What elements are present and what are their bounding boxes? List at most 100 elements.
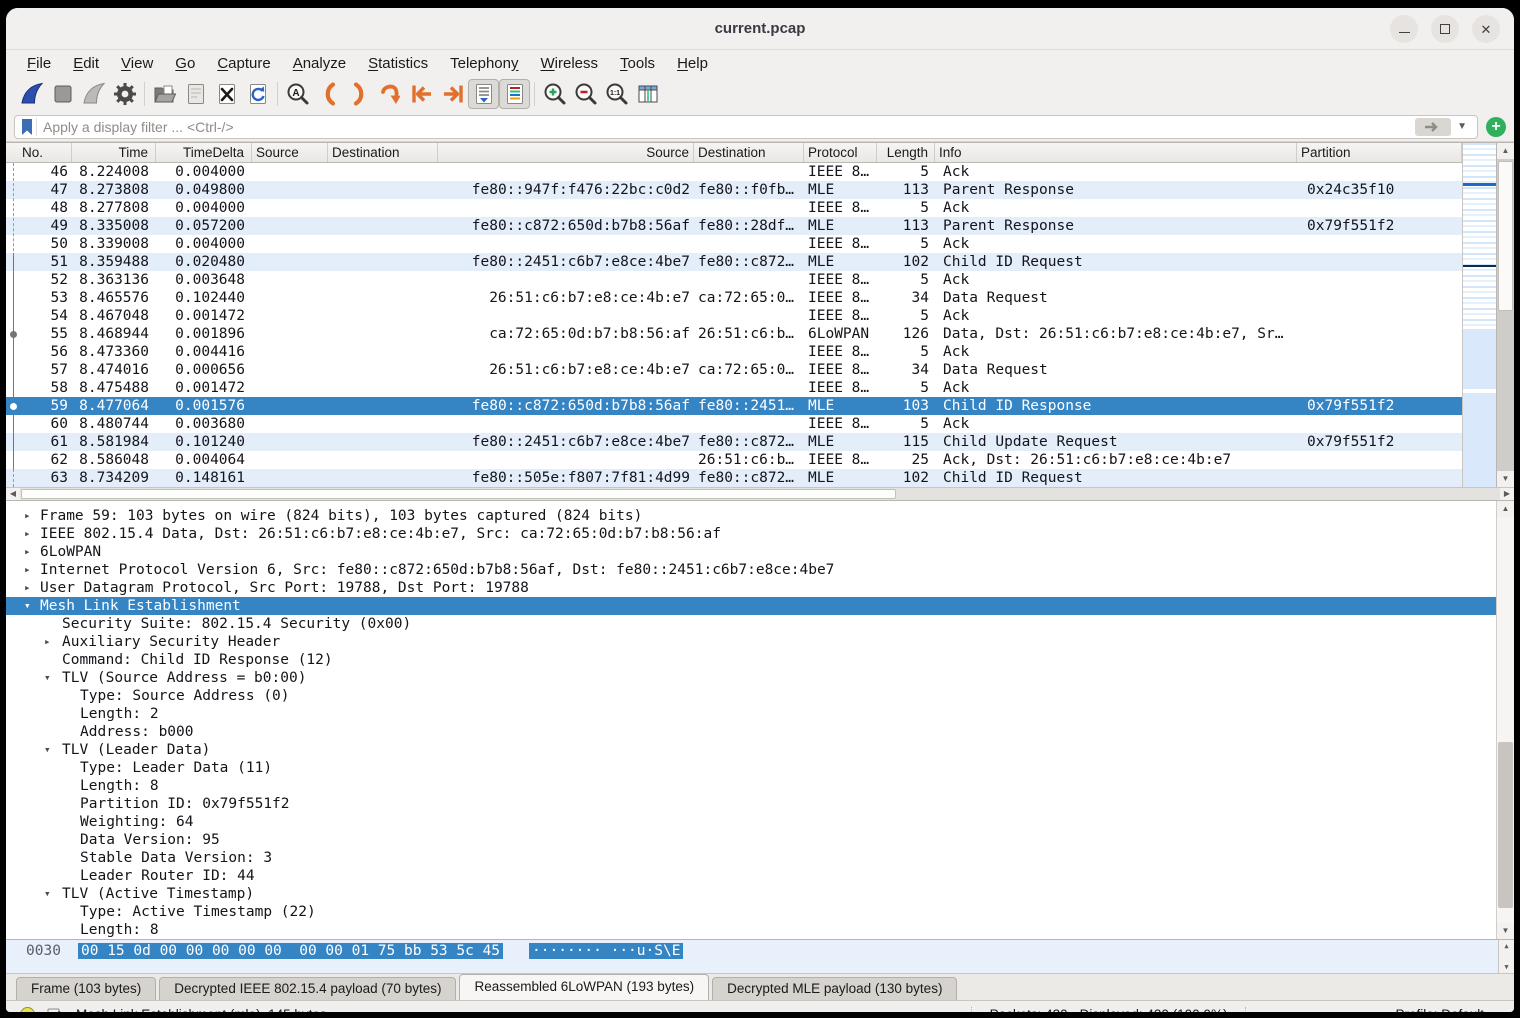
packet-row-57[interactable]: 578.4740160.00065626:51:c6:b7:e8:ce:4b:e… [6, 361, 1462, 379]
expanded-arrow-icon[interactable]: ▾ [24, 597, 31, 615]
packet-row-49[interactable]: 498.3350080.057200fe80::c872:650d:b7b8:5… [6, 217, 1462, 235]
packet-row-60[interactable]: 608.4807440.003680IEEE 8…5Ack [6, 415, 1462, 433]
zoom-out-button[interactable] [570, 79, 601, 109]
display-filter-field[interactable]: ▼ [14, 115, 1478, 139]
detail-line[interactable]: Partition ID: 0x79f551f2 [6, 795, 1496, 813]
packet-row-61[interactable]: 618.5819840.101240fe80::2451:c6b7:e8ce:4… [6, 433, 1462, 451]
menu-file[interactable]: File [16, 53, 62, 74]
detail-line[interactable]: Stable Data Version: 3 [6, 849, 1496, 867]
restart-capture-button[interactable] [78, 79, 109, 109]
packet-list-scrollbar-thumb[interactable] [1498, 161, 1513, 311]
find-packet-button[interactable]: A [282, 79, 313, 109]
detail-line[interactable]: Data Version: 95 [6, 831, 1496, 849]
go-forward-button[interactable] [344, 79, 375, 109]
detail-line[interactable]: ▸Internet Protocol Version 6, Src: fe80:… [6, 561, 1496, 579]
detail-line[interactable]: ▾TLV (Leader Data) [6, 741, 1496, 759]
detail-line[interactable]: Command: Child ID Response (12) [6, 651, 1496, 669]
detail-line[interactable]: ▸User Datagram Protocol, Src Port: 19788… [6, 579, 1496, 597]
menu-capture[interactable]: Capture [206, 53, 281, 74]
detail-line[interactable]: ▸Frame 59: 103 bytes on wire (824 bits),… [6, 507, 1496, 525]
packet-row-50[interactable]: 508.3390080.004000IEEE 8…5Ack [6, 235, 1462, 253]
column-header-info[interactable]: Info [935, 143, 1297, 162]
packet-list-hscrollbar[interactable]: ◀ ▶ [6, 487, 1514, 501]
scroll-up-icon[interactable]: ▲ [1504, 942, 1508, 950]
status-profile[interactable]: Profile: Default [1395, 1007, 1484, 1012]
expert-info-icon[interactable] [20, 1007, 35, 1012]
column-header-time[interactable]: Time [72, 143, 156, 162]
scroll-down-icon[interactable]: ▼ [1504, 963, 1508, 971]
menu-edit[interactable]: Edit [62, 53, 110, 74]
column-header-timedelta[interactable]: TimeDelta [156, 143, 252, 162]
scroll-down-icon[interactable]: ▼ [1497, 923, 1514, 939]
expanded-arrow-icon[interactable]: ▾ [44, 669, 51, 687]
detail-line[interactable]: Length: 2 [6, 705, 1496, 723]
menu-go[interactable]: Go [164, 53, 206, 74]
scroll-up-icon[interactable]: ▲ [1497, 501, 1514, 517]
byte-view-tab[interactable]: Reassembled 6LoWPAN (193 bytes) [459, 974, 709, 1000]
reload-file-button[interactable] [242, 79, 273, 109]
menu-help[interactable]: Help [666, 53, 719, 74]
packet-row-63[interactable]: 638.7342090.148161fe80::505e:f807:7f81:4… [6, 469, 1462, 487]
capture-comment-icon[interactable] [47, 1007, 62, 1013]
detail-line[interactable]: Length: 8 [6, 921, 1496, 939]
menu-view[interactable]: View [110, 53, 164, 74]
collapsed-arrow-icon[interactable]: ▸ [24, 579, 31, 597]
column-header-protocol[interactable]: Protocol [804, 143, 877, 162]
packet-row-52[interactable]: 528.3631360.003648IEEE 8…5Ack [6, 271, 1462, 289]
detail-line[interactable]: Address: b000 [6, 723, 1496, 741]
scroll-up-icon[interactable]: ▲ [1497, 143, 1514, 159]
details-scrollbar[interactable]: ▲ ▼ [1496, 501, 1514, 939]
packet-row-53[interactable]: 538.4655760.10244026:51:c6:b7:e8:ce:4b:e… [6, 289, 1462, 307]
close-file-button[interactable] [211, 79, 242, 109]
hex-ascii-selected[interactable]: ········ ···u·S\E [529, 943, 683, 959]
byte-view-tab[interactable]: Decrypted IEEE 802.15.4 payload (70 byte… [159, 977, 456, 1000]
column-header-destination[interactable]: Destination [328, 143, 438, 162]
detail-line[interactable]: Type: Source Address (0) [6, 687, 1496, 705]
open-file-button[interactable] [149, 79, 180, 109]
go-last-button[interactable] [437, 79, 468, 109]
packet-row-47[interactable]: 478.2738080.049800fe80::947f:f476:22bc:c… [6, 181, 1462, 199]
detail-line[interactable]: Security Suite: 802.15.4 Security (0x00) [6, 615, 1496, 633]
packet-row-48[interactable]: 488.2778080.004000IEEE 8…5Ack [6, 199, 1462, 217]
detail-line[interactable]: Type: Leader Data (11) [6, 759, 1496, 777]
packet-row-56[interactable]: 568.4733600.004416IEEE 8…5Ack [6, 343, 1462, 361]
bytes-pane-scrollbar[interactable]: ▲▼ [1498, 940, 1514, 973]
maximize-button[interactable] [1431, 15, 1459, 43]
detail-line[interactable]: ▸6LoWPAN [6, 543, 1496, 561]
detail-line[interactable]: Type: Active Timestamp (22) [6, 903, 1496, 921]
apply-filter-button[interactable] [1415, 118, 1451, 136]
save-file-button[interactable] [180, 79, 211, 109]
hex-bytes-selected[interactable]: 00 15 0d 00 00 00 00 00 00 00 01 75 bb 5… [78, 943, 503, 959]
column-header-source[interactable]: Source [438, 143, 694, 162]
column-header-source[interactable]: Source [252, 143, 328, 162]
packet-row-46[interactable]: 468.2240080.004000IEEE 8…5Ack [6, 163, 1462, 181]
display-filter-input[interactable] [37, 119, 1415, 135]
filter-bookmark-icon[interactable] [19, 118, 37, 136]
intelligent-scrollbar-minimap[interactable] [1462, 143, 1496, 487]
zoom-original-button[interactable]: 1:1 [601, 79, 632, 109]
packet-row-59[interactable]: 598.4770640.001576fe80::c872:650d:b7b8:5… [6, 397, 1462, 415]
detail-line[interactable]: Length: 8 [6, 777, 1496, 795]
zoom-in-button[interactable] [539, 79, 570, 109]
column-header-no[interactable]: No. [22, 143, 72, 162]
menu-statistics[interactable]: Statistics [357, 53, 439, 74]
start-capture-button[interactable] [16, 79, 47, 109]
packet-list-scrollbar[interactable]: ▲ ▼ [1496, 143, 1514, 487]
detail-line[interactable]: ▾TLV (Source Address = b0:00) [6, 669, 1496, 687]
collapsed-arrow-icon[interactable]: ▸ [24, 525, 31, 543]
auto-scroll-button[interactable] [468, 79, 499, 109]
capture-options-button[interactable] [109, 79, 140, 109]
hex-row[interactable]: 003000 15 0d 00 00 00 00 00 00 00 01 75 … [6, 940, 683, 973]
scroll-left-icon[interactable]: ◀ [6, 488, 20, 500]
details-scrollbar-thumb[interactable] [1498, 742, 1513, 908]
packet-row-54[interactable]: 548.4670480.001472IEEE 8…5Ack [6, 307, 1462, 325]
close-button[interactable]: ✕ [1472, 15, 1500, 43]
filter-dropdown-caret[interactable]: ▼ [1451, 121, 1473, 132]
packet-row-51[interactable]: 518.3594880.020480fe80::2451:c6b7:e8ce:4… [6, 253, 1462, 271]
go-back-button[interactable] [313, 79, 344, 109]
detail-line[interactable]: ▾Mesh Link Establishment [6, 597, 1496, 615]
scroll-right-icon[interactable]: ▶ [1500, 488, 1514, 500]
expanded-arrow-icon[interactable]: ▾ [44, 741, 51, 759]
titlebar[interactable]: current.pcap ✕ [6, 8, 1514, 50]
expanded-arrow-icon[interactable]: ▾ [44, 885, 51, 903]
